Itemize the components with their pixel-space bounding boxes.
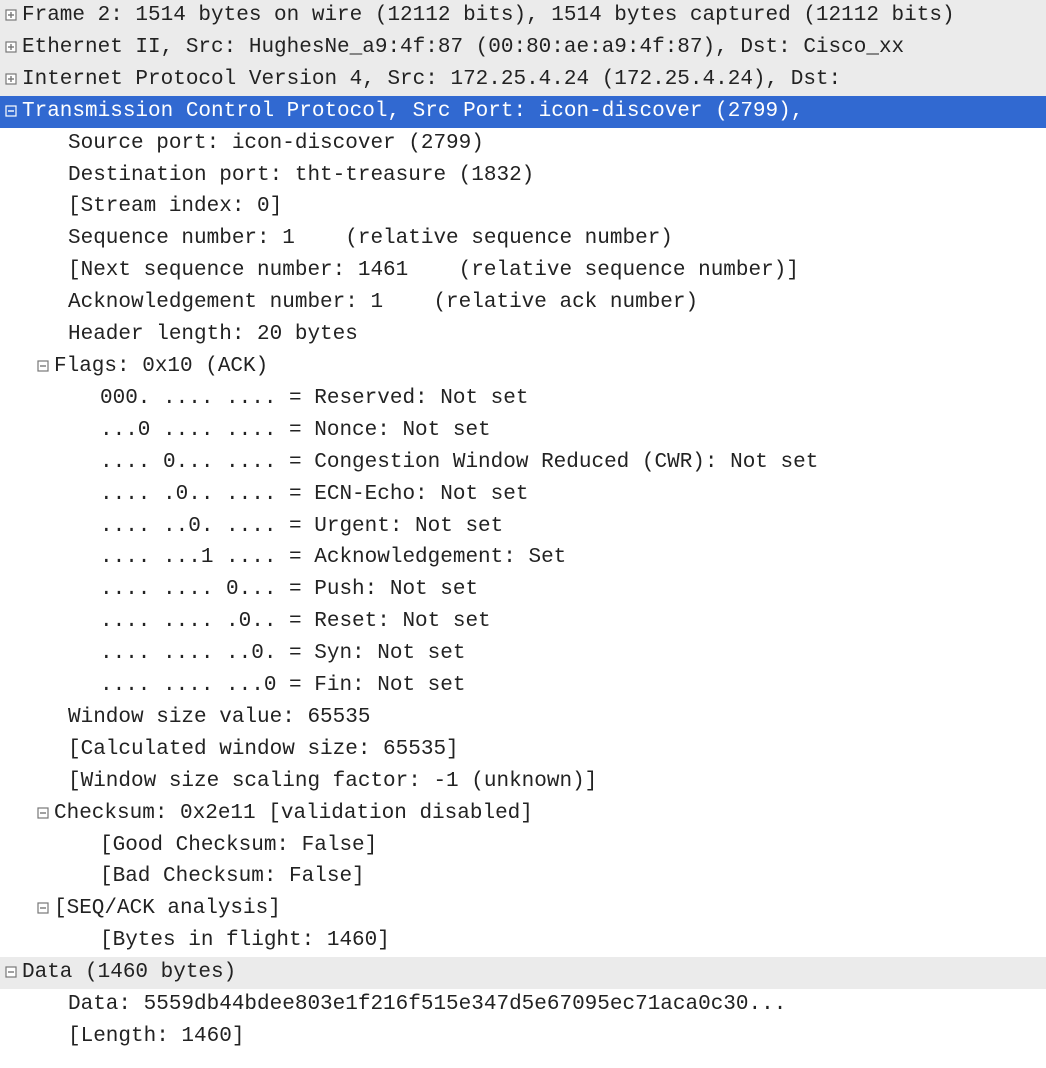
tree-label: .... .... ...0 = Fin: Not set (100, 670, 465, 702)
expand-icon[interactable] (4, 72, 18, 86)
tree-row-calc-win[interactable]: [Calculated window size: 65535] (0, 734, 1046, 766)
tree-row-flag-cwr[interactable]: .... 0... .... = Congestion Window Reduc… (0, 447, 1046, 479)
collapse-icon[interactable] (36, 806, 50, 820)
tree-row-flag-nonce[interactable]: ...0 .... .... = Nonce: Not set (0, 415, 1046, 447)
tree-label: .... .0.. .... = ECN-Echo: Not set (100, 479, 528, 511)
tree-row-good-checksum[interactable]: [Good Checksum: False] (0, 830, 1046, 862)
tree-label: Checksum: 0x2e11 [validation disabled] (54, 798, 533, 830)
tree-label: [Next sequence number: 1461 (relative se… (68, 255, 799, 287)
expand-icon[interactable] (4, 40, 18, 54)
collapse-icon[interactable] (36, 901, 50, 915)
tree-row-data-value[interactable]: Data: 5559db44bdee803e1f216f515e347d5e67… (0, 989, 1046, 1021)
tree-label: [Good Checksum: False] (100, 830, 377, 862)
tree-label: Transmission Control Protocol, Src Port:… (22, 96, 803, 128)
tree-row-bad-checksum[interactable]: [Bad Checksum: False] (0, 861, 1046, 893)
collapse-icon[interactable] (4, 965, 18, 979)
tree-label: .... .... 0... = Push: Not set (100, 574, 478, 606)
tree-row-tcp[interactable]: Transmission Control Protocol, Src Port:… (0, 96, 1046, 128)
tree-label: Header length: 20 bytes (68, 319, 358, 351)
tree-row-dst-port[interactable]: Destination port: tht-treasure (1832) (0, 160, 1046, 192)
collapse-icon[interactable] (4, 104, 18, 118)
tree-row-flag-push[interactable]: .... .... 0... = Push: Not set (0, 574, 1046, 606)
tree-label: Sequence number: 1 (relative sequence nu… (68, 223, 673, 255)
tree-row-win-size[interactable]: Window size value: 65535 (0, 702, 1046, 734)
tree-row-data-length[interactable]: [Length: 1460] (0, 1021, 1046, 1053)
collapse-icon[interactable] (36, 359, 50, 373)
tree-label: [SEQ/ACK analysis] (54, 893, 281, 925)
expand-icon[interactable] (4, 8, 18, 22)
tree-row-flags[interactable]: Flags: 0x10 (ACK) (0, 351, 1046, 383)
tree-label: Acknowledgement number: 1 (relative ack … (68, 287, 698, 319)
tree-row-ip[interactable]: Internet Protocol Version 4, Src: 172.25… (0, 64, 1046, 96)
tree-row-flag-ack[interactable]: .... ...1 .... = Acknowledgement: Set (0, 542, 1046, 574)
tree-label: Destination port: tht-treasure (1832) (68, 160, 534, 192)
tree-row-win-scale[interactable]: [Window size scaling factor: -1 (unknown… (0, 766, 1046, 798)
tree-label: Internet Protocol Version 4, Src: 172.25… (22, 64, 854, 96)
tree-label: [Calculated window size: 65535] (68, 734, 459, 766)
tree-label: [Bytes in flight: 1460] (100, 925, 390, 957)
tree-row-checksum[interactable]: Checksum: 0x2e11 [validation disabled] (0, 798, 1046, 830)
tree-label: Data (1460 bytes) (22, 957, 236, 989)
tree-label: Data: 5559db44bdee803e1f216f515e347d5e67… (68, 989, 786, 1021)
tree-label: 000. .... .... = Reserved: Not set (100, 383, 528, 415)
tree-row-flag-fin[interactable]: .... .... ...0 = Fin: Not set (0, 670, 1046, 702)
tree-row-ack[interactable]: Acknowledgement number: 1 (relative ack … (0, 287, 1046, 319)
tree-label: [Stream index: 0] (68, 191, 282, 223)
tree-label: .... ...1 .... = Acknowledgement: Set (100, 542, 566, 574)
tree-label: .... ..0. .... = Urgent: Not set (100, 511, 503, 543)
tree-row-flag-reset[interactable]: .... .... .0.. = Reset: Not set (0, 606, 1046, 638)
tree-row-data[interactable]: Data (1460 bytes) (0, 957, 1046, 989)
tree-row-seqack[interactable]: [SEQ/ACK analysis] (0, 893, 1046, 925)
tree-row-ethernet[interactable]: Ethernet II, Src: HughesNe_a9:4f:87 (00:… (0, 32, 1046, 64)
tree-row-flag-ecn[interactable]: .... .0.. .... = ECN-Echo: Not set (0, 479, 1046, 511)
tree-label: ...0 .... .... = Nonce: Not set (100, 415, 491, 447)
tree-label: Source port: icon-discover (2799) (68, 128, 484, 160)
tree-label: Ethernet II, Src: HughesNe_a9:4f:87 (00:… (22, 32, 904, 64)
tree-label: Frame 2: 1514 bytes on wire (12112 bits)… (22, 0, 955, 32)
tree-row-flag-urg[interactable]: .... ..0. .... = Urgent: Not set (0, 511, 1046, 543)
tree-row-stream-index[interactable]: [Stream index: 0] (0, 191, 1046, 223)
tree-label: Flags: 0x10 (ACK) (54, 351, 268, 383)
tree-label: .... .... .0.. = Reset: Not set (100, 606, 491, 638)
tree-label: [Length: 1460] (68, 1021, 244, 1053)
tree-row-seq[interactable]: Sequence number: 1 (relative sequence nu… (0, 223, 1046, 255)
tree-row-frame[interactable]: Frame 2: 1514 bytes on wire (12112 bits)… (0, 0, 1046, 32)
tree-label: .... .... ..0. = Syn: Not set (100, 638, 465, 670)
tree-label: Window size value: 65535 (68, 702, 370, 734)
tree-row-next-seq[interactable]: [Next sequence number: 1461 (relative se… (0, 255, 1046, 287)
tree-row-flag-reserved[interactable]: 000. .... .... = Reserved: Not set (0, 383, 1046, 415)
tree-label: [Bad Checksum: False] (100, 861, 365, 893)
tree-label: [Window size scaling factor: -1 (unknown… (68, 766, 597, 798)
tree-row-bytes-in-flight[interactable]: [Bytes in flight: 1460] (0, 925, 1046, 957)
tree-row-flag-syn[interactable]: .... .... ..0. = Syn: Not set (0, 638, 1046, 670)
tree-row-hdr-len[interactable]: Header length: 20 bytes (0, 319, 1046, 351)
tree-label: .... 0... .... = Congestion Window Reduc… (100, 447, 818, 479)
tree-row-src-port[interactable]: Source port: icon-discover (2799) (0, 128, 1046, 160)
